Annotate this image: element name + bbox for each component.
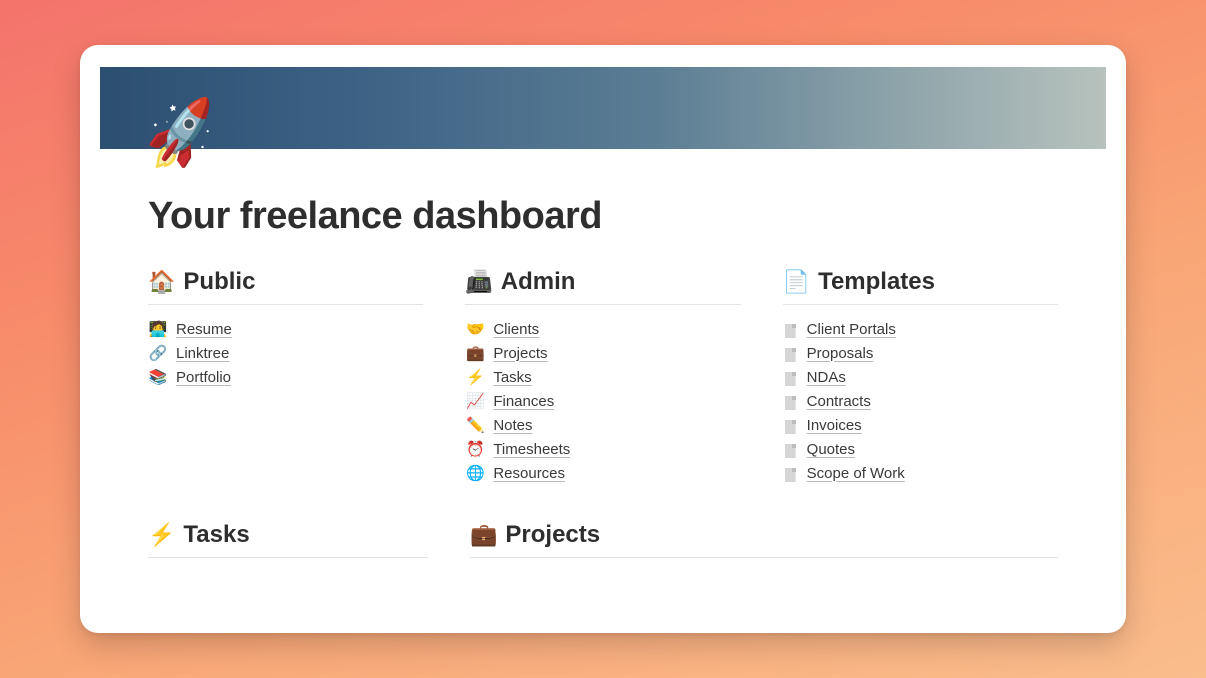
admin-links: 🤝 Clients 💼 Projects ⚡ Tasks 📈 Finances (465, 317, 740, 485)
link-label: Client Portals (807, 321, 896, 338)
page-icon (783, 392, 799, 410)
pencil-icon: ✏️ (465, 416, 485, 434)
section-heading-projects: 💼 Projects (470, 521, 1058, 558)
fax-icon: 📠 (465, 271, 492, 293)
handshake-icon: 🤝 (465, 320, 485, 338)
section-heading-tasks: ⚡ Tasks (148, 521, 428, 558)
link-label: Scope of Work (807, 465, 905, 482)
page-icon (783, 368, 799, 386)
link-contracts[interactable]: Contracts (783, 389, 1058, 413)
section-title: Tasks (183, 521, 249, 549)
link-timesheets[interactable]: ⏰ Timesheets (465, 437, 740, 461)
section-public: 🏠 Public 🧑‍💻 Resume 🔗 Linktree 📚 Portfol (148, 268, 423, 485)
link-label: Linktree (176, 345, 229, 362)
section-title: Projects (505, 521, 600, 549)
page-icon (783, 344, 799, 362)
link-label: Resources (493, 465, 565, 482)
globe-icon: 🌐 (465, 464, 485, 482)
link-label: Portfolio (176, 369, 231, 386)
section-title: Admin (501, 268, 576, 296)
link-tasks[interactable]: ⚡ Tasks (465, 365, 740, 389)
link-proposals[interactable]: Proposals (783, 341, 1058, 365)
link-resume[interactable]: 🧑‍💻 Resume (148, 317, 423, 341)
briefcase-icon: 💼 (465, 344, 485, 362)
link-label: Clients (493, 321, 539, 338)
link-scope-of-work[interactable]: Scope of Work (783, 461, 1058, 485)
section-heading-templates: 📄 Templates (783, 268, 1058, 305)
dashboard-row-2: ⚡ Tasks 💼 Projects (148, 521, 1058, 570)
link-finances[interactable]: 📈 Finances (465, 389, 740, 413)
section-heading-admin: 📠 Admin (465, 268, 740, 305)
link-label: Proposals (807, 345, 874, 362)
house-icon: 🏠 (148, 271, 175, 293)
section-templates: 📄 Templates Client Portals Proposals NDA… (783, 268, 1058, 485)
dashboard-columns: 🏠 Public 🧑‍💻 Resume 🔗 Linktree 📚 Portfol (148, 268, 1058, 485)
link-label: Finances (493, 393, 554, 410)
link-invoices[interactable]: Invoices (783, 413, 1058, 437)
cover-banner (100, 67, 1106, 149)
link-label: Quotes (807, 441, 855, 458)
page-icon (783, 464, 799, 482)
link-label: Contracts (807, 393, 871, 410)
link-portfolio[interactable]: 📚 Portfolio (148, 365, 423, 389)
link-label: NDAs (807, 369, 846, 386)
link-clients[interactable]: 🤝 Clients (465, 317, 740, 341)
link-resources[interactable]: 🌐 Resources (465, 461, 740, 485)
chart-icon: 📈 (465, 392, 485, 410)
page-icon (783, 416, 799, 434)
link-label: Timesheets (493, 441, 570, 458)
section-title: Public (183, 268, 255, 296)
bolt-icon: ⚡ (465, 368, 485, 386)
section-tasks: ⚡ Tasks (148, 521, 428, 570)
section-title: Templates (818, 268, 935, 296)
books-icon: 📚 (148, 368, 168, 386)
page-icon (783, 320, 799, 338)
public-links: 🧑‍💻 Resume 🔗 Linktree 📚 Portfolio (148, 317, 423, 389)
person-icon: 🧑‍💻 (148, 320, 168, 338)
link-icon: 🔗 (148, 344, 168, 362)
bolt-icon: ⚡ (148, 524, 175, 546)
briefcase-icon: 💼 (470, 524, 497, 546)
clock-icon: ⏰ (465, 440, 485, 458)
link-linktree[interactable]: 🔗 Linktree (148, 341, 423, 365)
link-label: Projects (493, 345, 547, 362)
link-quotes[interactable]: Quotes (783, 437, 1058, 461)
page-icon (783, 440, 799, 458)
link-label: Notes (493, 417, 532, 434)
page-title: Your freelance dashboard (148, 195, 1058, 238)
link-label: Resume (176, 321, 232, 338)
section-heading-public: 🏠 Public (148, 268, 423, 305)
link-ndas[interactable]: NDAs (783, 365, 1058, 389)
link-label: Invoices (807, 417, 862, 434)
link-client-portals[interactable]: Client Portals (783, 317, 1058, 341)
page-icon: 📄 (783, 271, 810, 293)
link-notes[interactable]: ✏️ Notes (465, 413, 740, 437)
link-projects[interactable]: 💼 Projects (465, 341, 740, 365)
section-admin: 📠 Admin 🤝 Clients 💼 Projects ⚡ Tasks (465, 268, 740, 485)
page-card: 🚀 Your freelance dashboard 🏠 Public 🧑‍💻 … (80, 45, 1126, 633)
link-label: Tasks (493, 369, 531, 386)
templates-links: Client Portals Proposals NDAs Contracts (783, 317, 1058, 485)
section-projects: 💼 Projects (470, 521, 1058, 570)
page-content: Your freelance dashboard 🏠 Public 🧑‍💻 Re… (148, 195, 1058, 570)
